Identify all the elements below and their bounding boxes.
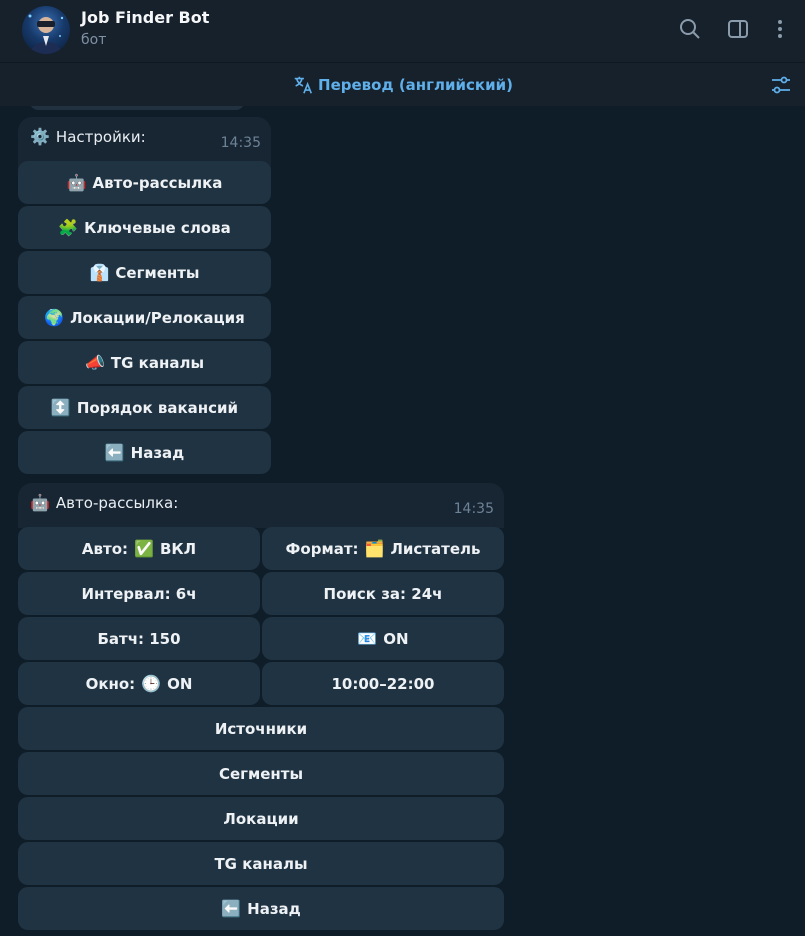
- button-label: Источники: [214, 719, 308, 738]
- button-emoji-icon: ⬅️: [104, 443, 125, 462]
- button-emoji-icon: ↕️: [50, 398, 71, 417]
- settings-message-label: Настройки:: [55, 128, 146, 146]
- settings-button-3[interactable]: 🌍 Локации/Релокация: [18, 296, 271, 339]
- auto-grid-button-0-1[interactable]: Формат: 🗂️ Листатель: [262, 527, 504, 570]
- chat-title: Job Finder Bot: [81, 8, 210, 27]
- telegram-chat-window: Job Finder Bot бот Перевод (английский): [0, 0, 805, 936]
- button-emoji-icon: ✅: [134, 539, 154, 558]
- button-label: Сегменты: [115, 263, 200, 282]
- auto-button-0[interactable]: Источники: [18, 707, 504, 750]
- button-label: Назад: [130, 443, 185, 462]
- settings-button-1[interactable]: 🧩 Ключевые слова: [18, 206, 271, 249]
- button-label: Сегменты: [218, 764, 304, 783]
- button-label: Локации: [223, 809, 299, 828]
- button-emoji-icon: 🌍: [44, 308, 65, 327]
- message-list[interactable]: ⚙️ Настройки: 14:35 🤖 Авто-рассылка 🧩 Ключе…: [0, 106, 805, 936]
- button-value: ВКЛ: [159, 539, 197, 558]
- settings-button-2[interactable]: 👔 Сегменты: [18, 251, 271, 294]
- auto-message-text: 🤖 Авто-рассылка:: [30, 493, 492, 513]
- button-value: ON: [383, 629, 409, 648]
- button-label: Ключевые слова: [84, 218, 231, 237]
- button-label: 10:00–22:00: [331, 674, 435, 693]
- button-emoji-icon: 📧: [357, 629, 378, 648]
- button-emoji-icon: 🤖: [66, 173, 87, 192]
- button-label: Окно:: [85, 674, 136, 693]
- button-label: Батч: 150: [97, 629, 181, 648]
- button-emoji-icon: 👔: [89, 263, 110, 282]
- auto-grid-button-1-1[interactable]: Поиск за: 24ч: [262, 572, 504, 615]
- filter-settings-icon[interactable]: [769, 73, 793, 97]
- translate-bar: Перевод (английский): [0, 62, 805, 106]
- message-time: 14:35: [453, 501, 494, 517]
- button-label: Локации/Релокация: [70, 308, 245, 327]
- translate-icon: [294, 76, 313, 94]
- button-emoji-icon: ⬅️: [221, 899, 242, 918]
- chat-title-block[interactable]: Job Finder Bot бот: [81, 7, 209, 51]
- button-label: Авто-рассылка: [92, 173, 223, 192]
- button-label: Назад: [247, 899, 301, 918]
- button-label: TG каналы: [214, 854, 308, 873]
- auto-button-1[interactable]: Сегменты: [18, 752, 504, 795]
- button-value: ON: [167, 674, 193, 693]
- translate-label: Перевод (английский): [318, 75, 513, 94]
- button-label: Порядок вакансий: [76, 398, 239, 417]
- translate-button[interactable]: Перевод (английский): [292, 74, 513, 96]
- sidebar-toggle-icon[interactable]: [726, 17, 750, 41]
- settings-button-5[interactable]: ↕️ Порядок вакансий: [18, 386, 271, 429]
- robot-icon: 🤖: [30, 493, 50, 512]
- auto-button-3[interactable]: TG каналы: [18, 842, 504, 885]
- chat-header: Job Finder Bot бот: [0, 0, 805, 62]
- settings-button-6[interactable]: ⬅️ Назад: [18, 431, 271, 474]
- auto-grid-button-3-0[interactable]: Окно: 🕒 ON: [18, 662, 260, 705]
- auto-message-bubble: 🤖 Авто-рассылка: 14:35: [18, 483, 504, 528]
- avatar[interactable]: [22, 6, 70, 54]
- settings-button-0[interactable]: 🤖 Авто-рассылка: [18, 161, 271, 204]
- button-value: Листатель: [390, 539, 481, 558]
- auto-grid-button-2-1[interactable]: 📧 ON: [262, 617, 504, 660]
- button-label: Интервал: 6ч: [81, 584, 197, 603]
- auto-button-4[interactable]: ⬅️ Назад: [18, 887, 504, 930]
- button-label: Авто:: [81, 539, 129, 558]
- auto-button-2[interactable]: Локации: [18, 797, 504, 840]
- auto-grid-button-3-1[interactable]: 10:00–22:00: [262, 662, 504, 705]
- auto-grid-button-1-0[interactable]: Интервал: 6ч: [18, 572, 260, 615]
- button-emoji-icon: 🗂️: [364, 539, 385, 558]
- button-emoji-icon: 🕒: [141, 674, 162, 693]
- more-vertical-icon[interactable]: [768, 17, 792, 41]
- button-label: Формат:: [285, 539, 359, 558]
- auto-message-label: Авто-рассылка:: [55, 494, 179, 512]
- button-emoji-icon: 📣: [84, 353, 105, 372]
- gear-icon: ⚙️: [30, 127, 50, 146]
- message-time: 14:35: [220, 135, 261, 151]
- chat-subtitle: бот: [81, 32, 107, 48]
- button-label: TG каналы: [110, 353, 205, 372]
- previous-message-stub: [30, 106, 244, 110]
- auto-grid-button-2-0[interactable]: Батч: 150: [18, 617, 260, 660]
- auto-grid-button-0-0[interactable]: Авто: ✅ ВКЛ: [18, 527, 260, 570]
- search-icon[interactable]: [678, 17, 702, 41]
- settings-button-4[interactable]: 📣 TG каналы: [18, 341, 271, 384]
- button-emoji-icon: 🧩: [58, 218, 79, 237]
- button-label: Поиск за: 24ч: [323, 584, 443, 603]
